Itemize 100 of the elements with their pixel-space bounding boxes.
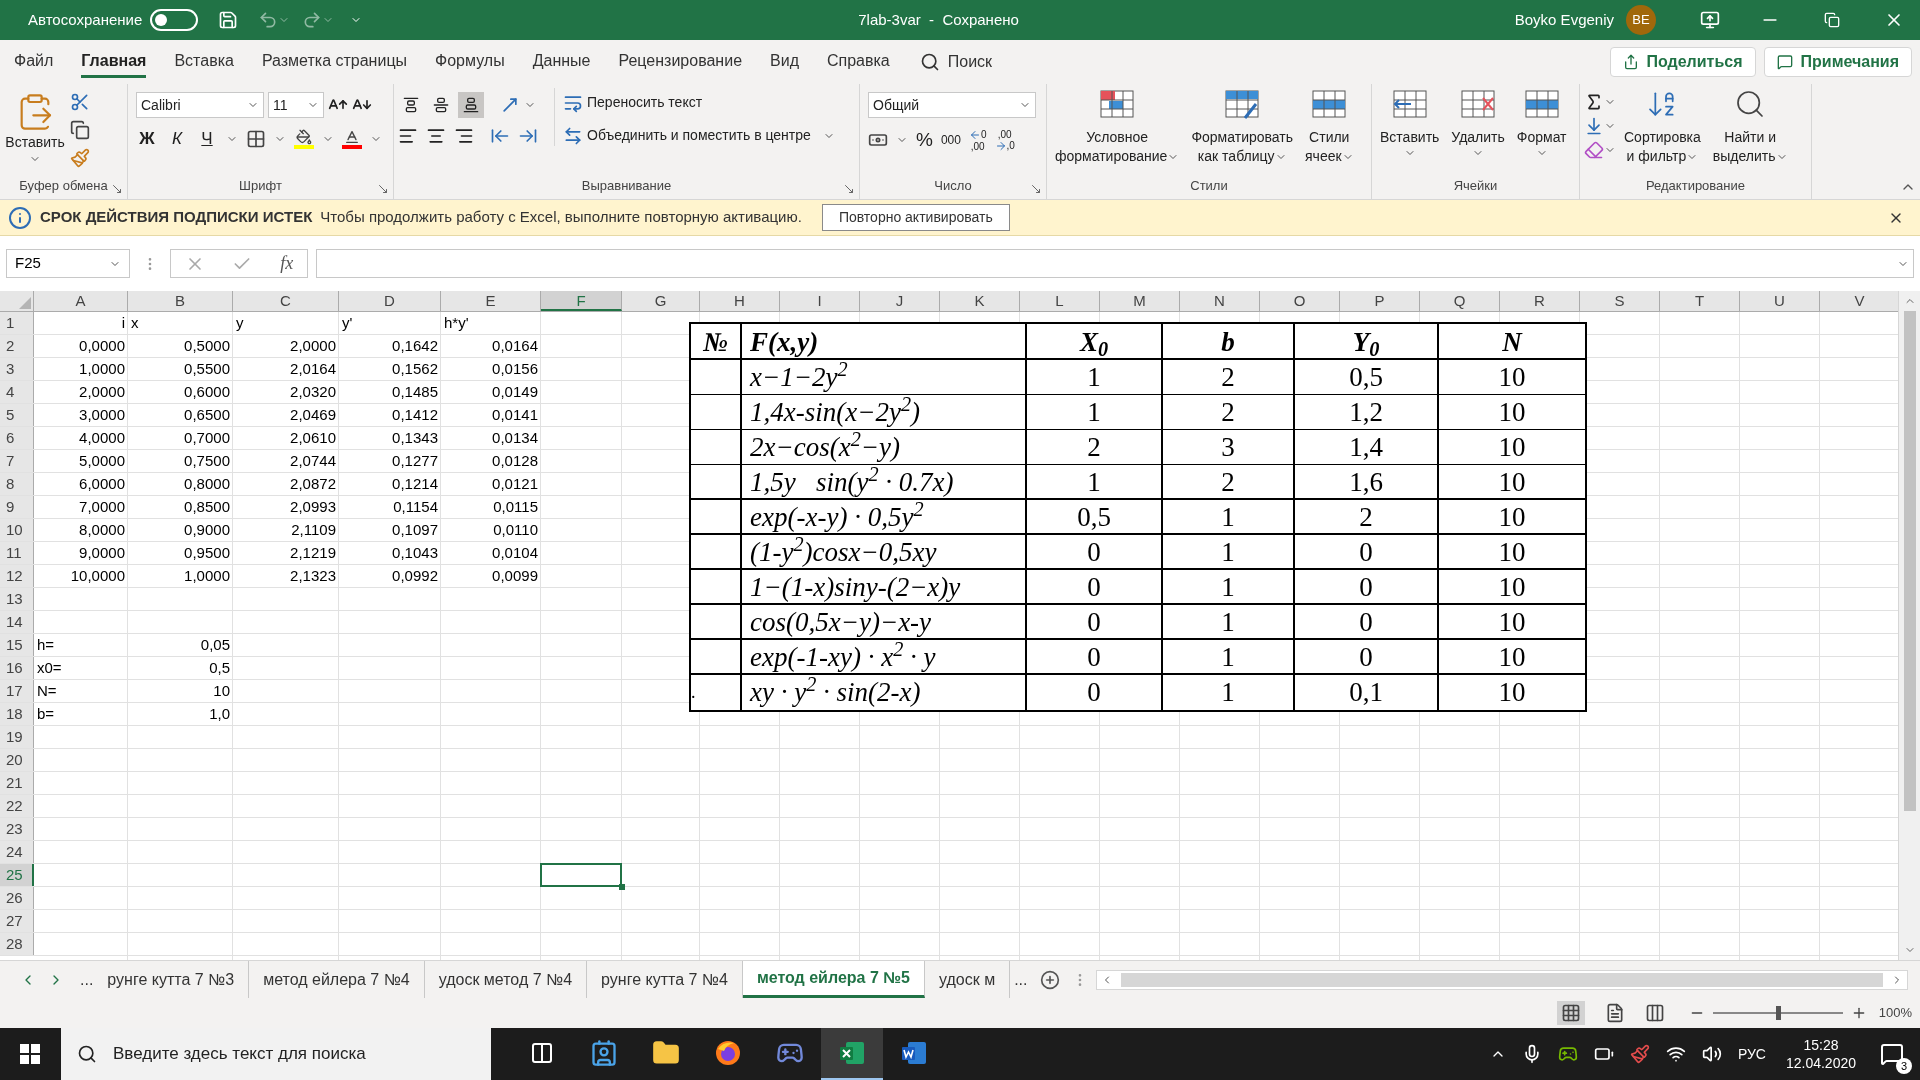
merge-center-button[interactable]: Объединить и поместить в центре xyxy=(563,125,835,146)
copy-icon[interactable] xyxy=(70,120,90,140)
align-center-icon[interactable] xyxy=(426,126,446,146)
dialog-launcher-icon[interactable] xyxy=(111,183,123,195)
row-header[interactable]: 16 xyxy=(0,657,34,679)
column-header[interactable]: C xyxy=(233,291,339,311)
scrollbar-thumb[interactable] xyxy=(1903,311,1916,811)
column-header[interactable]: O xyxy=(1260,291,1340,311)
row-header[interactable]: 10 xyxy=(0,519,34,541)
taskbar-button[interactable] xyxy=(821,1028,883,1080)
row-header[interactable]: 21 xyxy=(0,772,34,794)
gamepad-icon[interactable] xyxy=(1557,1044,1578,1064)
number-style-button[interactable]: % xyxy=(916,126,933,155)
fill-color-icon[interactable] xyxy=(294,128,314,149)
user-avatar[interactable]: BE xyxy=(1626,5,1656,35)
save-icon[interactable] xyxy=(218,10,239,30)
name-box[interactable]: F25 xyxy=(6,249,130,278)
row-header[interactable]: 4 xyxy=(0,381,34,403)
clock-time[interactable]: 15:28 xyxy=(1803,1036,1839,1054)
row-header[interactable]: 27 xyxy=(0,910,34,932)
cells-button[interactable]: Вставить xyxy=(1376,88,1444,159)
fill-handle[interactable] xyxy=(619,884,625,890)
format-painter-icon[interactable] xyxy=(70,148,90,168)
vertical-scrollbar[interactable] xyxy=(1898,291,1920,960)
new-sheet-icon[interactable] xyxy=(1039,969,1060,990)
row-header[interactable]: 1 xyxy=(0,312,34,334)
styles-button[interactable]: Форматировать как таблицу xyxy=(1187,88,1297,166)
row-header[interactable]: 17 xyxy=(0,680,34,702)
styles-button[interactable]: Стили ячеек xyxy=(1301,88,1358,166)
decimal-button[interactable]: ,00 ,0 xyxy=(994,128,1015,152)
column-header[interactable]: K xyxy=(940,291,1020,311)
formula-field[interactable] xyxy=(316,249,1914,278)
row-header[interactable]: 6 xyxy=(0,427,34,449)
row-header[interactable]: 3 xyxy=(0,358,34,380)
paste-button[interactable]: Вставить xyxy=(4,88,66,165)
menu-tab[interactable]: Файл xyxy=(14,46,54,78)
column-header[interactable]: H xyxy=(700,291,780,311)
row-header[interactable]: 13 xyxy=(0,588,34,610)
row-header[interactable]: 7 xyxy=(0,450,34,472)
clock-date[interactable]: 12.04.2020 xyxy=(1785,1054,1856,1072)
align-left-icon[interactable] xyxy=(398,126,418,146)
dialog-launcher-icon[interactable] xyxy=(377,183,389,195)
column-header[interactable]: N xyxy=(1180,291,1260,311)
cut-icon[interactable] xyxy=(70,92,90,112)
row-header[interactable]: 14 xyxy=(0,611,34,633)
volume-icon[interactable] xyxy=(1701,1044,1722,1064)
row-header[interactable]: 24 xyxy=(0,841,34,863)
font-size-field[interactable]: 11 xyxy=(268,92,324,118)
row-header[interactable]: 12 xyxy=(0,565,34,587)
row-header[interactable]: 18 xyxy=(0,703,34,725)
row-header[interactable]: 2 xyxy=(0,335,34,357)
reactivate-button[interactable]: Повторно активировать xyxy=(821,204,1010,231)
more-sheets-button[interactable]: ... xyxy=(1014,967,1028,992)
row-header[interactable]: 9 xyxy=(0,496,34,518)
editing-button[interactable]: Найти и выделить xyxy=(1708,88,1792,166)
row-header[interactable]: 26 xyxy=(0,887,34,909)
number-style-button[interactable]: 000 xyxy=(940,131,961,150)
increase-indent-icon[interactable] xyxy=(518,126,538,146)
slider-thumb[interactable] xyxy=(1775,1006,1781,1020)
restore-icon[interactable] xyxy=(1824,12,1840,28)
menu-tab[interactable]: Вставка xyxy=(174,46,234,78)
wifi-icon[interactable] xyxy=(1665,1044,1686,1064)
column-header[interactable]: U xyxy=(1740,291,1820,311)
dialog-launcher-icon[interactable] xyxy=(843,183,855,195)
comments-button[interactable]: Примечания xyxy=(1763,47,1912,77)
menu-tab[interactable]: Рецензирование xyxy=(618,46,743,78)
page-break-icon[interactable] xyxy=(1644,1003,1665,1023)
cells-button[interactable]: Формат xyxy=(1512,88,1571,159)
row-header[interactable]: 25 xyxy=(0,864,34,886)
column-header[interactable]: S xyxy=(1580,291,1660,311)
vertical-align-button[interactable] xyxy=(458,92,484,118)
font-color-icon[interactable] xyxy=(342,128,362,149)
decimal-button[interactable]: 0 ,00 xyxy=(968,128,987,152)
column-header[interactable]: M xyxy=(1100,291,1180,311)
autosave-toggle[interactable] xyxy=(150,9,199,31)
menu-tab[interactable]: Главная xyxy=(81,46,147,78)
number-format-field[interactable]: Общий xyxy=(868,92,1036,118)
font-name-field[interactable]: Calibri xyxy=(136,92,264,118)
row-header[interactable]: 28 xyxy=(0,933,34,955)
share-button[interactable]: Поделиться xyxy=(1609,47,1756,77)
scrollbar-thumb[interactable] xyxy=(1120,972,1883,987)
menu-tab[interactable]: Данные xyxy=(532,46,591,78)
menu-tab[interactable]: Разметка страницы xyxy=(261,46,408,78)
brush-icon[interactable] xyxy=(1629,1044,1650,1064)
insert-function-button[interactable]: fx xyxy=(280,250,294,277)
more-sheets-button[interactable]: ... xyxy=(80,967,94,992)
row-header[interactable]: 20 xyxy=(0,749,34,771)
column-header[interactable]: G xyxy=(622,291,700,311)
column-header[interactable]: L xyxy=(1020,291,1100,311)
normal-view-icon[interactable] xyxy=(1556,1001,1585,1025)
orientation-icon[interactable] xyxy=(500,95,520,115)
column-header[interactable]: T xyxy=(1660,291,1740,311)
column-header[interactable]: P xyxy=(1340,291,1420,311)
row-header[interactable]: 15 xyxy=(0,634,34,656)
cells-button[interactable]: Удалить xyxy=(1447,88,1509,159)
column-header[interactable]: R xyxy=(1500,291,1580,311)
column-header[interactable]: A xyxy=(34,291,128,311)
taskbar-search-field[interactable]: Введите здесь текст для поиска xyxy=(61,1028,491,1080)
borders-icon[interactable] xyxy=(246,128,266,149)
language-indicator[interactable]: РУС xyxy=(1737,1043,1766,1065)
